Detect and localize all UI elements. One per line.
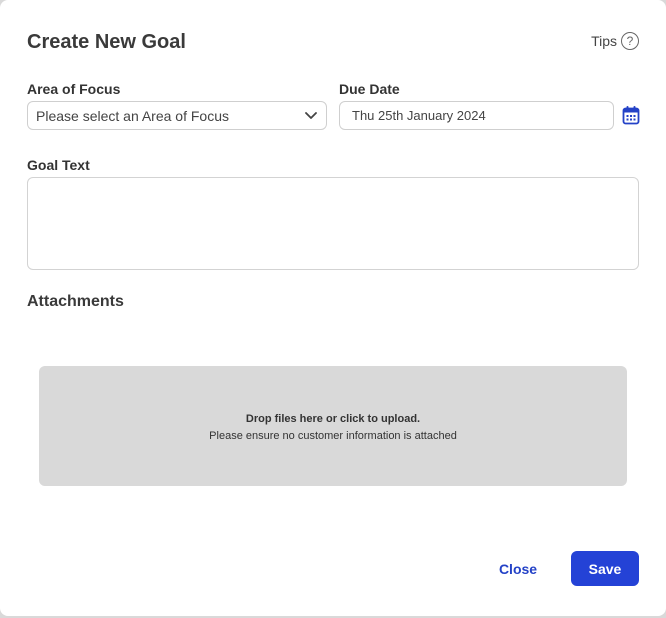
- create-goal-dialog: Create New Goal Tips ? Area of Focus Ple…: [0, 0, 666, 616]
- tips-link[interactable]: Tips ?: [591, 32, 639, 50]
- area-of-focus-label: Area of Focus: [27, 81, 121, 97]
- dropzone-warning: Please ensure no customer information is…: [209, 429, 457, 442]
- question-circle-icon: ?: [621, 32, 639, 50]
- chevron-down-icon: [304, 109, 318, 123]
- tips-label: Tips: [591, 33, 617, 49]
- area-of-focus-select[interactable]: Please select an Area of Focus: [27, 101, 327, 130]
- calendar-icon[interactable]: [622, 105, 640, 125]
- area-of-focus-selected: Please select an Area of Focus: [36, 107, 229, 124]
- due-date-input[interactable]: [339, 101, 614, 130]
- dropzone-instruction: Drop files here or click to upload.: [245, 412, 421, 425]
- goal-text-input[interactable]: [27, 177, 639, 270]
- attachments-title: Attachments: [27, 293, 124, 310]
- goal-text-label: Goal Text: [27, 157, 90, 173]
- dialog-title: Create New Goal: [27, 31, 186, 53]
- file-dropzone[interactable]: Drop files here or click to upload. Plea…: [39, 366, 627, 486]
- due-date-label: Due Date: [339, 81, 400, 97]
- close-button[interactable]: Close: [486, 552, 550, 586]
- save-button[interactable]: Save: [571, 551, 639, 586]
